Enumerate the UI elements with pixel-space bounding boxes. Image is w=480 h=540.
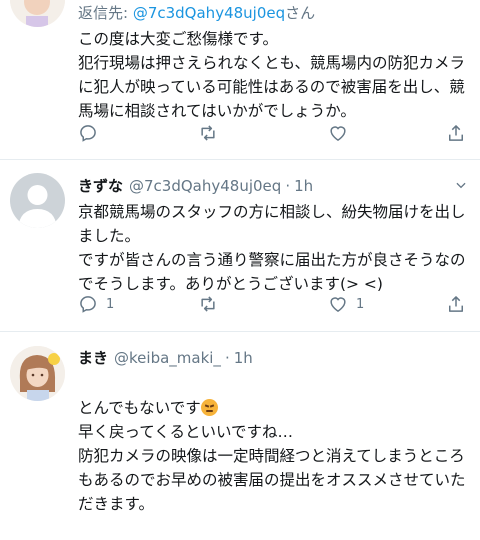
reply-to-suffix: さん	[285, 4, 316, 22]
retweet-icon	[201, 296, 215, 312]
heart-icon	[330, 297, 346, 312]
display-name[interactable]: まき	[78, 348, 108, 368]
share-button[interactable]	[446, 123, 474, 143]
timestamp[interactable]: 1h	[294, 176, 313, 196]
tweet-header: きずな @7c3dQahy48uj0eq · 1h	[78, 176, 468, 196]
handle[interactable]: @7c3dQahy48uj0eq	[129, 176, 281, 196]
like-button[interactable]	[328, 123, 356, 143]
reply-icon	[80, 296, 96, 313]
chevron-down-icon[interactable]	[454, 178, 468, 192]
persevering-face-emoji-icon	[200, 399, 218, 416]
timestamp[interactable]: 1h	[234, 348, 253, 368]
retweet-button[interactable]	[198, 294, 226, 314]
separator-dot: ·	[285, 177, 291, 195]
tweet-text-line-1: とんでもないです	[78, 399, 201, 417]
avatar-illustration-icon	[10, 346, 65, 401]
reply-to-handle-link[interactable]: @7c3dQahy48uj0eq	[133, 4, 285, 22]
reply-button[interactable]	[78, 123, 106, 143]
display-name[interactable]: きずな	[78, 176, 123, 196]
like-count: 1	[356, 296, 365, 312]
tweet-3[interactable]: まき @keiba_maki_ · 1h とんでもないです 早く戻ってくるといい…	[0, 332, 480, 513]
avatar-default[interactable]	[10, 173, 65, 228]
tweet-2[interactable]: きずな @7c3dQahy48uj0eq · 1h 京都競馬場のスタッフの方に相…	[0, 160, 480, 330]
reply-icon	[80, 125, 96, 142]
avatar[interactable]	[10, 0, 65, 27]
tweet-text: とんでもないです 早く戻ってくるといいですね… 防犯カメラの映像は一定時間経つと…	[78, 372, 468, 540]
retweet-button[interactable]	[198, 123, 226, 143]
tweet-text-rest: 早く戻ってくるといいですね… 防犯カメラの映像は一定時間経つと消えてしまうところ…	[78, 423, 466, 513]
reply-to-line: 返信先: @7c3dQahy48uj0eqさん	[78, 3, 468, 23]
share-icon	[449, 125, 463, 141]
default-profile-icon	[18, 185, 57, 228]
tweet-1[interactable]: 返信先: @7c3dQahy48uj0eqさん この度は大変ご愁傷様です。 犯行…	[0, 0, 480, 158]
like-button[interactable]: 1	[328, 294, 364, 314]
avatar[interactable]	[10, 346, 65, 401]
reply-count: 1	[106, 296, 115, 312]
share-button[interactable]	[446, 294, 474, 314]
handle[interactable]: @keiba_maki_	[114, 348, 221, 368]
reply-button[interactable]: 1	[78, 294, 114, 314]
share-icon	[449, 296, 463, 312]
heart-icon	[330, 126, 346, 141]
reply-to-prefix: 返信先:	[78, 4, 133, 22]
retweet-icon	[201, 125, 215, 141]
tweet-text: 京都競馬場のスタッフの方に相談し、紛失物届けを出しました。 ですが皆さんの言う通…	[78, 203, 466, 293]
tweet-text: この度は大変ご愁傷様です。 犯行現場は押さえられなくとも、競馬場内の防犯カメラに…	[78, 30, 466, 120]
avatar-illustration-icon	[10, 0, 65, 27]
tweet-header: まき @keiba_maki_ · 1h	[78, 348, 468, 368]
separator-dot: ·	[224, 349, 230, 367]
